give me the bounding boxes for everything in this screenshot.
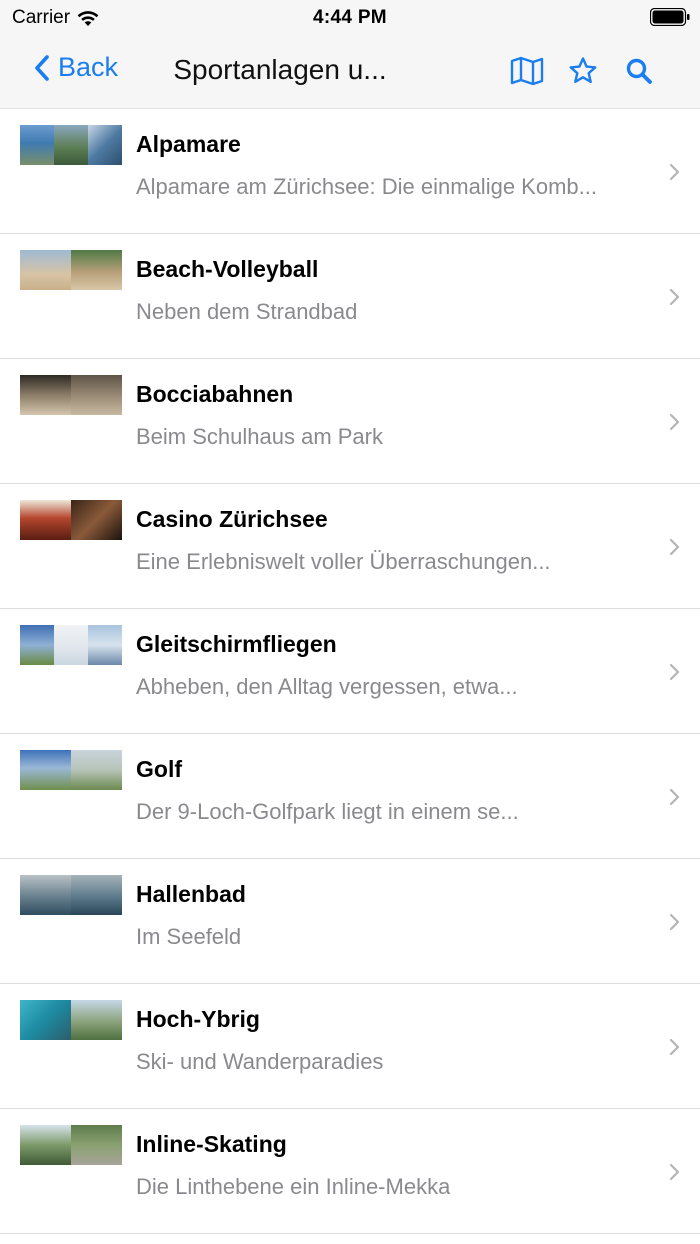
item-subtitle: Abheben, den Alltag vergessen, etwa... (136, 674, 518, 699)
thumbnail-strip (20, 750, 122, 790)
chevron-right-icon (669, 788, 680, 806)
item-subtitle: Die Linthebene ein Inline-Mekka (136, 1174, 451, 1199)
item-title: Beach-Volleyball (136, 256, 319, 282)
page-title-text: Sportanlagen u... (173, 54, 387, 85)
thumbnail-strip (20, 625, 122, 665)
item-title: Casino Zürichsee (136, 506, 328, 532)
status-bar: Carrier 4:44 PM (0, 0, 700, 34)
thumbnail-image (88, 625, 122, 665)
item-subtitle: Beim Schulhaus am Park (136, 424, 383, 449)
thumbnail-image (71, 375, 122, 415)
thumbnail-strip (20, 250, 122, 290)
thumbnail-image (71, 875, 122, 915)
thumbnail-image (71, 1000, 122, 1040)
item-subtitle: Alpamare am Zürichsee: Die einmalige Kom… (136, 174, 597, 199)
list-item-alpamare[interactable]: Alpamare Alpamare am Zürichsee: Die einm… (0, 109, 700, 234)
chevron-right-icon (669, 1038, 680, 1056)
favorites-button[interactable] (566, 54, 600, 88)
item-title: Bocciabahnen (136, 381, 294, 407)
item-title: Alpamare (136, 131, 241, 157)
list-item-casino-zuerichsee[interactable]: Casino Zürichsee Eine Erlebniswelt volle… (0, 484, 700, 609)
item-subtitle: Neben dem Strandbad (136, 299, 358, 324)
list-item-golf[interactable]: Golf Der 9-Loch-Golfpark liegt in einem … (0, 734, 700, 859)
thumbnail-image (54, 125, 88, 165)
status-time: 4:44 PM (313, 7, 387, 28)
item-subtitle: Der 9-Loch-Golfpark liegt in einem se... (136, 799, 519, 824)
item-subtitle: Eine Erlebniswelt voller Überraschungen.… (136, 549, 551, 574)
thumbnail-image (71, 250, 122, 290)
thumbnail-strip (20, 875, 122, 915)
list-item-gleitschirmfliegen[interactable]: Gleitschirmfliegen Abheben, den Alltag v… (0, 609, 700, 734)
thumbnail-image (20, 250, 71, 290)
chevron-right-icon (669, 163, 680, 181)
thumbnail-image (71, 500, 122, 540)
item-title: Inline-Skating (136, 1131, 287, 1157)
star-icon (569, 57, 597, 83)
search-icon (626, 58, 652, 84)
chevron-right-icon (669, 913, 680, 931)
list-item-inline-skating[interactable]: Inline-Skating Die Linthebene ein Inline… (0, 1109, 700, 1234)
nav-actions (510, 54, 656, 88)
thumbnail-image (20, 125, 54, 165)
list-item-hallenbad[interactable]: Hallenbad Im Seefeld (0, 859, 700, 984)
thumbnail-strip (20, 1000, 122, 1040)
thumbnail-image (88, 125, 122, 165)
item-title: Gleitschirmfliegen (136, 631, 337, 657)
thumbnail-image (71, 1125, 122, 1165)
chevron-right-icon (669, 413, 680, 431)
item-title: Golf (136, 756, 182, 782)
thumbnail-strip (20, 375, 122, 415)
map-button[interactable] (510, 54, 544, 88)
thumbnail-strip (20, 1125, 122, 1165)
item-title: Hoch-Ybrig (136, 1006, 260, 1032)
item-title: Hallenbad (136, 881, 246, 907)
thumbnail-image (20, 1125, 71, 1165)
thumbnail-image (20, 625, 54, 665)
thumbnail-strip (20, 500, 122, 540)
thumbnail-image (20, 875, 71, 915)
chevron-right-icon (669, 1163, 680, 1181)
item-subtitle: Im Seefeld (136, 924, 242, 949)
chevron-right-icon (669, 288, 680, 306)
map-icon (510, 56, 544, 86)
search-button[interactable] (622, 54, 656, 88)
chevron-right-icon (669, 663, 680, 681)
item-subtitle: Ski- und Wanderparadies (136, 1049, 384, 1074)
list-item-hoch-ybrig[interactable]: Hoch-Ybrig Ski- und Wanderparadies (0, 984, 700, 1109)
navigation-bar: Back Sportanlagen u... (0, 34, 700, 109)
thumbnail-strip (20, 125, 122, 165)
battery-icon (650, 8, 690, 26)
list-item-beach-volleyball[interactable]: Beach-Volleyball Neben dem Strandbad (0, 234, 700, 359)
thumbnail-image (71, 750, 122, 790)
thumbnail-image (54, 625, 88, 665)
list-item-bocciabahnen[interactable]: Bocciabahnen Beim Schulhaus am Park (0, 359, 700, 484)
thumbnail-image (20, 500, 71, 540)
thumbnail-image (20, 750, 71, 790)
chevron-right-icon (669, 538, 680, 556)
facility-list: Alpamare Alpamare am Zürichsee: Die einm… (0, 109, 700, 1234)
thumbnail-image (20, 375, 71, 415)
thumbnail-image (20, 1000, 71, 1040)
